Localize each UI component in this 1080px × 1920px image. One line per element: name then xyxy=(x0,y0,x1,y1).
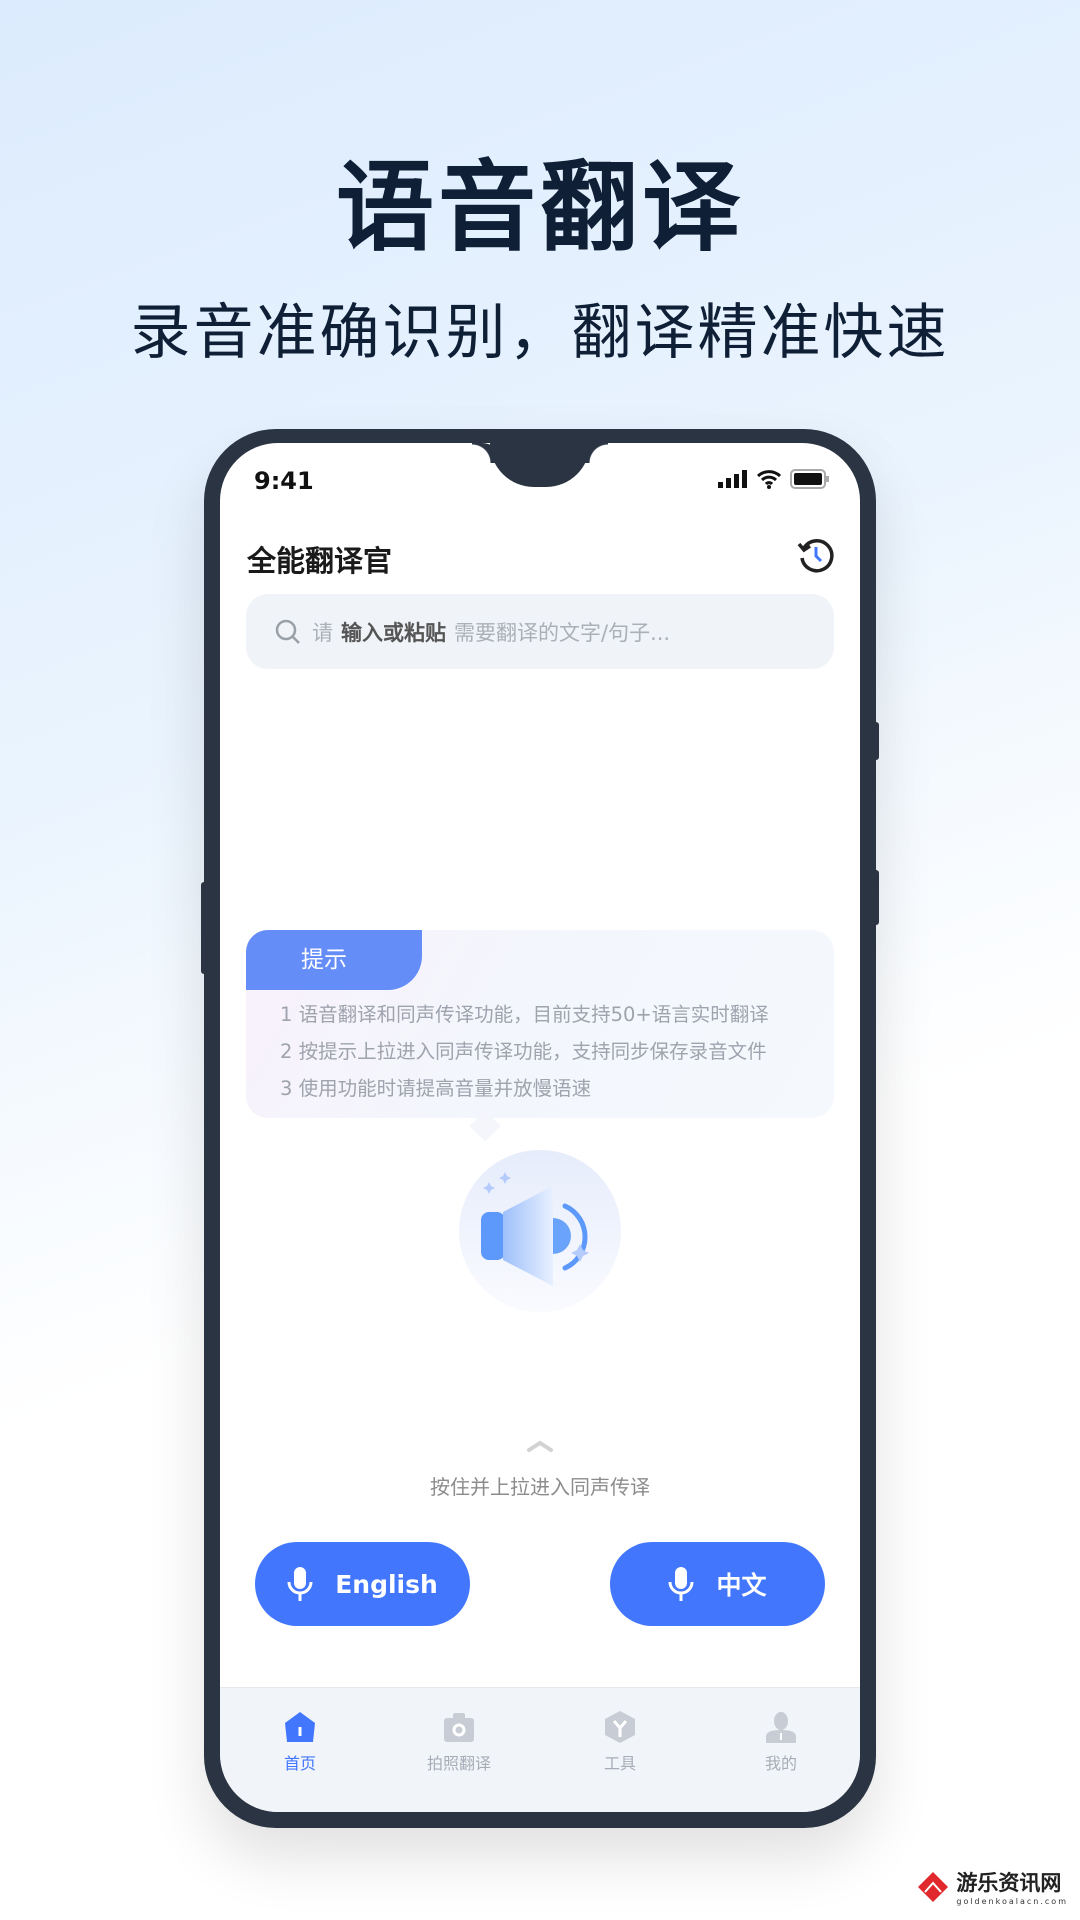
bottom-tab-bar: 首页 拍照翻译 工具 我的 xyxy=(220,1687,860,1812)
home-icon xyxy=(285,1712,315,1742)
tab-tools[interactable]: 工具 xyxy=(560,1710,680,1774)
search-icon xyxy=(275,619,300,644)
watermark-domain: goldenkoalacn.com xyxy=(956,1897,1068,1906)
wifi-icon xyxy=(756,470,782,489)
tip-card: 提示 1 语音翻译和同声传译功能，目前支持50+语言实时翻译 2 按提示上拉进入… xyxy=(246,930,834,1118)
phone-screen: 9:41 全能翻译官 请 输入或粘贴 需要翻译的文字/句子... 提示 1 语音… xyxy=(220,443,860,1812)
watermark-name: 游乐资讯网 xyxy=(956,1870,1062,1895)
tab-label: 拍照翻译 xyxy=(426,1754,491,1773)
tab-label: 工具 xyxy=(603,1754,636,1773)
english-voice-button[interactable]: English xyxy=(255,1542,470,1626)
camera-icon xyxy=(444,1713,474,1742)
status-icons xyxy=(718,469,830,489)
chinese-label: 中文 xyxy=(716,1571,767,1600)
watermark-logo-icon xyxy=(918,1871,949,1902)
search-input[interactable]: 请 输入或粘贴 需要翻译的文字/句子... xyxy=(246,594,834,669)
phone-side-button xyxy=(201,882,207,974)
english-label: English xyxy=(335,1569,438,1599)
promo-subline: 录音准确识别，翻译精准快速 xyxy=(130,298,950,368)
tip-label: 提示 xyxy=(246,930,422,990)
search-placeholder: 需要翻译的文字/句子... xyxy=(454,620,671,645)
speaker-icon xyxy=(481,1172,589,1286)
tab-label: 我的 xyxy=(764,1754,797,1773)
status-time: 9:41 xyxy=(254,467,314,495)
phone-side-button xyxy=(873,870,879,925)
search-emphasis: 输入或粘贴 xyxy=(341,620,446,645)
tools-cube-icon xyxy=(605,1711,635,1743)
pull-up-hint: 按住并上拉进入同声传译 xyxy=(430,1475,650,1499)
tab-home[interactable]: 首页 xyxy=(240,1710,360,1774)
chinese-voice-button[interactable]: 中文 xyxy=(610,1542,825,1626)
search-prefix: 请 xyxy=(312,620,333,645)
tab-profile[interactable]: 我的 xyxy=(721,1710,841,1774)
tip-line: 2 按提示上拉进入同声传译功能，支持同步保存录音文件 xyxy=(280,1040,767,1063)
microphone-icon xyxy=(668,1567,694,1601)
microphone-icon xyxy=(287,1567,313,1601)
user-icon xyxy=(766,1712,796,1743)
notch xyxy=(472,443,608,487)
chevron-up-icon[interactable] xyxy=(526,1439,554,1453)
speaker-button[interactable] xyxy=(459,1150,621,1312)
tab-label: 首页 xyxy=(283,1754,316,1773)
battery-icon xyxy=(790,469,829,489)
history-clock-icon[interactable] xyxy=(797,536,835,574)
phone-side-button xyxy=(873,722,879,760)
tip-line: 3 使用功能时请提高音量并放慢语速 xyxy=(280,1077,592,1100)
watermark: 游乐资讯网 goldenkoalacn.com xyxy=(916,1867,1068,1906)
app-title: 全能翻译官 xyxy=(247,544,393,578)
signal-icon xyxy=(718,470,747,488)
tip-line: 1 语音翻译和同声传译功能，目前支持50+语言实时翻译 xyxy=(280,1003,769,1026)
promo-headline: 语音翻译 xyxy=(335,151,744,265)
tab-photo-translate[interactable]: 拍照翻译 xyxy=(399,1710,519,1774)
